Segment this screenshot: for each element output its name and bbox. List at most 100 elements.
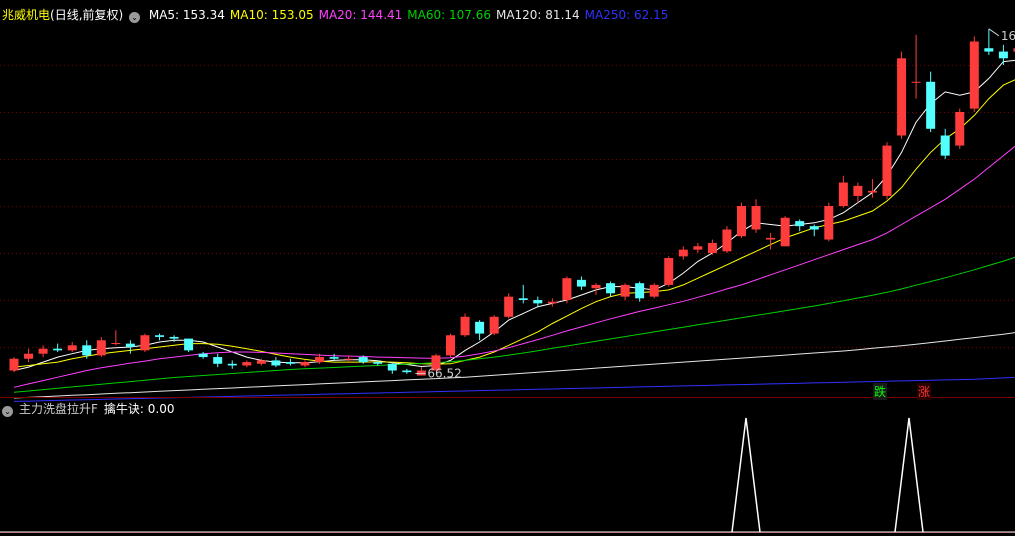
candle <box>111 330 121 346</box>
candle <box>882 142 892 200</box>
candle <box>838 175 848 208</box>
candle-body <box>737 206 746 237</box>
candle-body <box>300 362 310 366</box>
candle <box>780 216 790 247</box>
candle-body <box>562 278 572 300</box>
rise-tag: 涨 <box>917 383 932 400</box>
candle-body <box>140 335 150 351</box>
ma-legend-item: MA250: 62.15 <box>584 8 669 22</box>
candle <box>416 367 426 376</box>
candle-body <box>111 342 121 344</box>
candle <box>329 353 339 361</box>
candle-body <box>678 249 688 257</box>
candle <box>125 340 135 354</box>
candle <box>707 239 717 255</box>
candle <box>271 357 281 368</box>
candle <box>140 333 150 353</box>
candle <box>489 315 499 336</box>
candle-body <box>315 357 325 363</box>
candle-body <box>969 41 979 109</box>
candle-body <box>809 226 819 230</box>
candle-body <box>940 135 950 156</box>
candle <box>955 108 965 149</box>
candle <box>475 320 485 341</box>
candle <box>227 360 237 369</box>
stock-name: 兆威机电 <box>2 8 51 22</box>
candle-body <box>722 229 732 252</box>
candle <box>998 44 1008 65</box>
chevron-down-icon[interactable]: ⌄ <box>129 12 141 23</box>
candle-body <box>416 370 426 376</box>
chevron-down-icon[interactable]: ⌄ <box>2 406 13 417</box>
candle-body <box>751 206 761 230</box>
signal-spike <box>894 417 924 533</box>
candle <box>562 276 572 304</box>
candle-body <box>707 242 717 253</box>
candle-body <box>504 296 514 317</box>
candle <box>155 333 164 341</box>
candle-body <box>184 338 194 351</box>
candle-body <box>649 284 659 297</box>
candle-body <box>402 370 412 373</box>
candle <box>446 333 455 358</box>
chart-canvas: 168.77 66.52 <box>0 28 1015 533</box>
chart-header: 兆威机电(日线,前复权) ⌄ MA5: 153.34 MA10: 153.05 MA… <box>2 6 678 23</box>
candle-body <box>533 300 543 304</box>
candle-body <box>911 81 921 83</box>
candle <box>576 276 586 290</box>
candle-body <box>446 335 455 356</box>
candle-body <box>24 353 34 359</box>
candle-body <box>67 345 77 351</box>
candle-body <box>96 340 106 356</box>
candle-body <box>242 362 252 366</box>
candle <box>926 71 936 133</box>
ma-line-ma120 <box>13 332 1015 399</box>
candle <box>9 357 19 373</box>
candle-body <box>606 283 616 294</box>
candle-body <box>664 258 674 285</box>
candle-body <box>213 357 223 364</box>
ma-legend-item: MA120: 81.14 <box>495 8 580 22</box>
candle <box>722 226 732 253</box>
candle <box>737 202 746 238</box>
candle-body <box>82 345 92 356</box>
candle-body <box>838 182 848 206</box>
candle <box>635 281 645 302</box>
candle <box>940 128 950 159</box>
candle-body <box>344 358 354 360</box>
candle <box>678 246 688 260</box>
candle-body <box>53 348 63 351</box>
candle-body <box>955 112 965 146</box>
candle <box>649 283 659 299</box>
candle <box>24 348 34 363</box>
candle-body <box>125 343 135 347</box>
candle-body <box>576 279 586 287</box>
ma-line-ma20 <box>13 145 1015 388</box>
candle <box>984 28 994 55</box>
candle-body <box>766 237 776 240</box>
candle-body <box>373 362 383 364</box>
candle-body <box>387 363 397 371</box>
price-markers: 168.77 66.52 <box>415 28 1015 381</box>
candle <box>606 281 616 297</box>
ma-legend-item: MA5: 153.34 <box>148 8 225 22</box>
candle <box>795 219 805 232</box>
candle <box>213 353 223 368</box>
min-price-label: 66.52 <box>427 367 461 381</box>
candle <box>67 341 77 353</box>
candle <box>897 51 907 139</box>
candle-body <box>271 360 281 366</box>
ma-legend: MA5: 153.34 MA10: 153.05 MA20: 144.41 MA60:… <box>149 8 673 22</box>
candle-body <box>475 321 485 334</box>
candle-body <box>198 353 208 358</box>
candle <box>38 345 48 358</box>
ma-line-ma60 <box>13 256 1015 393</box>
candle <box>460 313 470 337</box>
candle-body <box>998 51 1008 59</box>
candle-body <box>547 301 557 304</box>
ma-legend-item: MA10: 153.05 <box>229 8 314 22</box>
candle-body <box>693 246 703 250</box>
candle <box>504 293 514 319</box>
candle-body <box>155 335 164 337</box>
candle <box>300 360 310 368</box>
